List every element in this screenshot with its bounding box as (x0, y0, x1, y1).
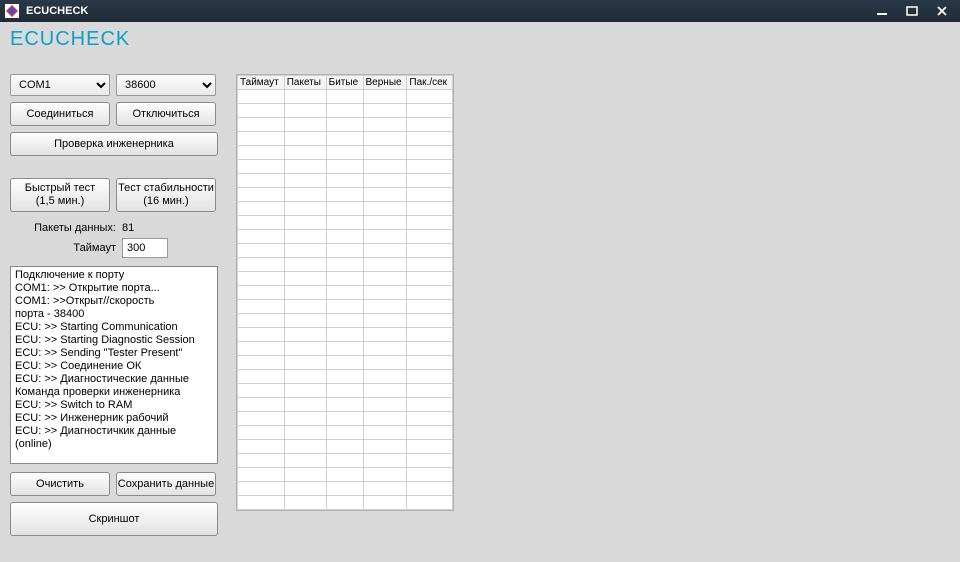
table-row (238, 482, 453, 496)
grid-header[interactable]: Пак./сек (407, 76, 453, 90)
save-data-button[interactable]: Сохранить данные (116, 472, 216, 496)
connect-button[interactable]: Соединиться (10, 102, 110, 126)
timeout-input[interactable] (122, 238, 168, 258)
table-row (238, 118, 453, 132)
grid-header[interactable]: Битые (326, 76, 363, 90)
grid-header[interactable]: Пакеты (284, 76, 326, 90)
table-row (238, 174, 453, 188)
port-select[interactable]: COM1 (10, 74, 110, 96)
app-title: ECUCHECK (6, 26, 954, 55)
table-row (238, 202, 453, 216)
table-row (238, 468, 453, 482)
timeout-label: Таймаут (10, 242, 122, 254)
packets-value: 81 (122, 222, 168, 234)
baud-select[interactable]: 38600 (116, 74, 216, 96)
grid-header[interactable]: Таймаут (238, 76, 285, 90)
table-row (238, 356, 453, 370)
table-row (238, 398, 453, 412)
table-row (238, 216, 453, 230)
grid-header[interactable]: Верные (363, 76, 407, 90)
table-row (238, 286, 453, 300)
disconnect-button[interactable]: Отключиться (116, 102, 216, 126)
window-title: ECUCHECK (26, 5, 88, 17)
table-row (238, 188, 453, 202)
engineer-check-button[interactable]: Проверка инженерника (10, 132, 218, 156)
table-row (238, 440, 453, 454)
table-row (238, 314, 453, 328)
table-row (238, 370, 453, 384)
table-row (238, 384, 453, 398)
table-row (238, 230, 453, 244)
stats-grid: ТаймаутПакетыБитыеВерныеПак./сек (236, 74, 454, 511)
quick-test-button[interactable]: Быстрый тест (1,5 мин.) (10, 178, 110, 212)
table-row (238, 146, 453, 160)
table-row (238, 454, 453, 468)
table-row (238, 104, 453, 118)
table-row (238, 412, 453, 426)
screenshot-button[interactable]: Скриншот (10, 502, 218, 536)
minimize-button[interactable] (868, 3, 896, 19)
maximize-button[interactable] (898, 3, 926, 19)
close-button[interactable] (928, 3, 956, 19)
table-row (238, 90, 453, 104)
table-row (238, 328, 453, 342)
table-row (238, 426, 453, 440)
log-textarea[interactable]: Подключение к порту COM1: >> Открытие по… (10, 266, 218, 464)
table-row (238, 342, 453, 356)
table-row (238, 258, 453, 272)
app-icon (4, 3, 20, 19)
titlebar: ECUCHECK (0, 0, 960, 22)
table-row (238, 300, 453, 314)
table-row (238, 244, 453, 258)
table-row (238, 132, 453, 146)
clear-button[interactable]: Очистить (10, 472, 110, 496)
table-row (238, 272, 453, 286)
table-row (238, 160, 453, 174)
stability-test-button[interactable]: Тест стабильности (16 мин.) (116, 178, 216, 212)
table-row (238, 496, 453, 510)
packets-label: Пакеты данных: (10, 222, 122, 234)
